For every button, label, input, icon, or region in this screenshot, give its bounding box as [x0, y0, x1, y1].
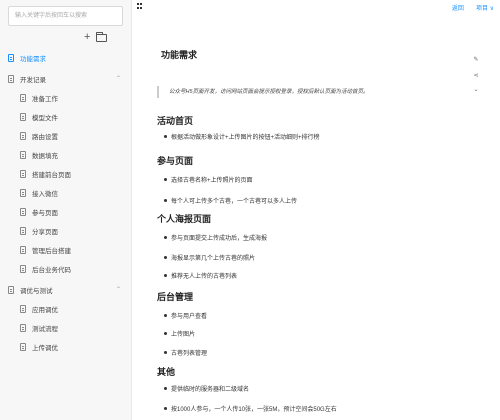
- sidebar-item-label: 管理后台搭建: [32, 247, 71, 255]
- section-heading: 其他: [157, 367, 176, 377]
- sidebar-item[interactable]: 开发记录 ⌃: [0, 69, 131, 88]
- section-heading: 后台管理: [157, 292, 194, 302]
- sidebar-item-label: 参与页面: [32, 209, 58, 217]
- section-heading: 参与页面: [157, 156, 194, 166]
- document-icon: [20, 207, 26, 216]
- sidebar-item-label: 分享页面: [32, 228, 58, 236]
- sidebar-item-label: 数据填充: [32, 152, 58, 160]
- sidebar-item[interactable]: 后台业务代码: [0, 259, 131, 278]
- sidebar-item[interactable]: 管理后台搭建: [0, 240, 131, 259]
- document-icon: [20, 264, 26, 273]
- document-icon: [20, 342, 26, 351]
- list-item: 参与页面提交上传成功后，生成海报: [163, 233, 267, 242]
- sidebar-item[interactable]: 测试流程: [0, 318, 131, 337]
- sidebar-item[interactable]: 分享页面: [0, 221, 131, 240]
- page-title: 功能需求: [161, 50, 198, 60]
- document-icon: [8, 53, 14, 62]
- share-icon[interactable]: ⋖: [472, 72, 480, 80]
- sidebar-item-label: 调优与测试: [20, 287, 53, 295]
- folder-doc-icon: [8, 285, 14, 294]
- sidebar-item[interactable]: 路由设置: [0, 126, 131, 145]
- sidebar-item[interactable]: 调优与测试 ⌃: [0, 280, 131, 299]
- sidebar-toolbar: +: [84, 30, 108, 44]
- list-item: 推荐无人上传的古巷列表: [163, 271, 237, 280]
- sidebar-item[interactable]: 数据填充: [0, 145, 131, 164]
- collapse-caret-icon[interactable]: ⌃: [116, 286, 121, 293]
- sidebar-item[interactable]: 模型文件: [0, 107, 131, 126]
- sidebar-item[interactable]: 接入微信: [0, 183, 131, 202]
- sidebar-item-label: 模型文件: [32, 114, 58, 122]
- sidebar-item-label: 功能需求: [20, 55, 46, 63]
- sidebar-nav: 功能需求开发记录 ⌃ 准备工作模型文件路由设置数据填充搭建前台页面 接入微信参与页面分…: [0, 48, 131, 356]
- document-icon: [20, 245, 26, 254]
- document-icon: [20, 323, 26, 332]
- sidebar-item-label: 上传调优: [32, 344, 58, 352]
- sidebar-item-label: 路由设置: [32, 133, 58, 141]
- sidebar-item-label: 开发记录: [20, 76, 46, 84]
- sidebar-item-label: 准备工作: [32, 95, 58, 103]
- sidebar-item-label: 测试流程: [32, 325, 58, 333]
- section-heading: 活动首页: [157, 116, 194, 126]
- list-item: 每个人可上传多个古巷，一个古巷可以多人上传: [163, 196, 297, 205]
- document-icon: [20, 188, 26, 197]
- project-menu-link[interactable]: 项目 ∨: [476, 3, 494, 12]
- sidebar-item[interactable]: 上传调优: [0, 337, 131, 356]
- document-icon: [20, 304, 26, 313]
- sidebar-item[interactable]: 功能需求: [0, 48, 131, 67]
- sidebar-item-label: 应用调优: [32, 306, 58, 314]
- document-icon: [20, 112, 26, 121]
- collapse-caret-icon[interactable]: ⌃: [116, 75, 121, 82]
- add-button[interactable]: +: [84, 30, 90, 44]
- sidebar: 输入关键字后按回车以搜索 + 功能需求开发记录 ⌃ 准备工作模型文件路由设置数据填充…: [0, 0, 132, 420]
- sidebar-item-label: 后台业务代码: [32, 266, 71, 274]
- sidebar-item-label: 接入微信: [32, 190, 58, 198]
- document-icon: [20, 93, 26, 102]
- document-icon: [20, 150, 26, 159]
- list-item: 古巷列表管理: [163, 348, 207, 357]
- document-icon: [20, 131, 26, 140]
- folder-doc-icon: [8, 74, 14, 83]
- section-heading: 个人海报页面: [157, 214, 212, 224]
- doc-quote: 公众号H5页面开发，访问网站页面会提示授权登录，授权后默认页面为活动首页。: [157, 86, 467, 98]
- apps-grid-icon[interactable]: [137, 3, 143, 9]
- back-link[interactable]: 返回: [452, 3, 464, 12]
- more-icon[interactable]: ⌄: [472, 86, 480, 94]
- sidebar-item-label: 搭建前台页面: [32, 171, 71, 179]
- top-links: 返回 项目 ∨: [452, 3, 494, 12]
- list-item: 上传图片: [163, 329, 195, 338]
- edit-icon[interactable]: ✎: [472, 56, 480, 64]
- list-item: 海报显示第几个上传古巷的照片: [163, 253, 255, 262]
- list-item: 提供临时的服务器和二级域名: [163, 384, 249, 393]
- folder-icon[interactable]: [96, 32, 108, 42]
- search-input[interactable]: 输入关键字后按回车以搜索: [8, 6, 123, 26]
- sidebar-item[interactable]: 参与页面: [0, 202, 131, 221]
- list-item: 根据活动做形象设计+上传图片的按钮+活动细则+排行榜: [164, 132, 320, 141]
- list-item: 选择古巷名称+上传照片的页面: [164, 175, 253, 184]
- document-icon: [20, 226, 26, 235]
- list-item: 按1000人参与，一个人传10张，一张5M，预计空间会50G左右: [164, 404, 337, 413]
- list-item: 参与用户查看: [163, 311, 207, 320]
- sidebar-item[interactable]: 搭建前台页面: [0, 164, 131, 183]
- document-icon: [20, 169, 26, 178]
- sidebar-item[interactable]: 应用调优: [0, 299, 131, 318]
- sidebar-item[interactable]: 准备工作: [0, 88, 131, 107]
